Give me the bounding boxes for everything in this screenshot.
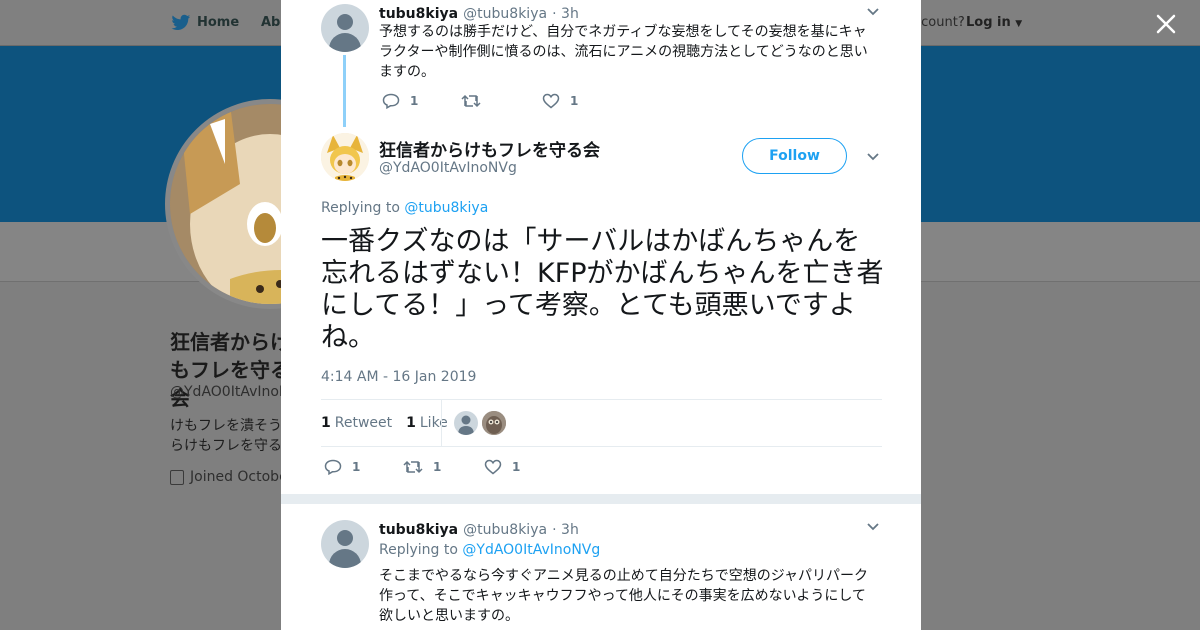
profile-bio: けもフレを潰そう らけもフレを守る (170, 418, 282, 454)
twitter-bird-icon[interactable] (171, 14, 191, 32)
caret-down-icon: ▼ (1015, 19, 1023, 29)
close-icon[interactable] (1155, 13, 1177, 35)
replying-to-link[interactable]: @tubu8kiya (404, 200, 488, 216)
retweet-icon (403, 460, 423, 474)
joined-text: Joined Octobe (190, 469, 288, 485)
parent-tweet-name[interactable]: tubu8kiya (379, 6, 458, 22)
parent-tweet-header: tubu8kiya @tubu8kiya · 3h (379, 3, 879, 22)
login-label: Log in (966, 15, 1011, 30)
replying-to-prefix: Replying to (379, 542, 458, 558)
default-avatar-icon (458, 415, 474, 435)
retweet-action[interactable] (461, 94, 542, 108)
reply-tweet-time[interactable]: · 3h (552, 522, 579, 538)
like-stat-count: 1 (406, 415, 416, 431)
profile-joined: Joined Octobe (170, 469, 288, 485)
chevron-down-icon[interactable] (866, 522, 880, 532)
reply-action[interactable]: 1 (382, 93, 461, 109)
main-tweet-replying-to: Replying to @tubu8kiya (321, 200, 488, 216)
replying-to-link[interactable]: @YdAO0ItAvInoNVg (462, 542, 600, 558)
reply-icon (382, 93, 400, 109)
retweet-icon (461, 94, 481, 108)
main-tweet-name[interactable]: 狂信者からけもフレを守る会 (379, 136, 600, 161)
retweet-stat-count: 1 (321, 415, 331, 431)
have-account-text: ccount? (914, 15, 965, 30)
follow-button[interactable]: Follow (742, 138, 847, 174)
chevron-down-icon[interactable] (866, 152, 880, 162)
parent-tweet-handle[interactable]: @tubu8kiya (463, 6, 547, 22)
reply-action[interactable]: 1 (324, 459, 403, 475)
heart-icon (484, 459, 502, 475)
like-count: 1 (512, 460, 521, 474)
thread-connector-line (343, 55, 346, 127)
main-tweet-avatar[interactable] (321, 133, 369, 181)
like-action[interactable]: 1 (484, 459, 520, 475)
retweet-action[interactable]: 1 (403, 460, 484, 474)
parent-tweet-actions: 1 1 (382, 93, 578, 109)
owl-avatar-icon (482, 411, 506, 435)
reply-count: 1 (352, 460, 361, 474)
main-tweet-handle[interactable]: @YdAO0ItAvInoNVg (379, 160, 517, 176)
section-separator (281, 494, 921, 504)
reply-icon (324, 459, 342, 475)
reply-count: 1 (410, 94, 419, 108)
reply-tweet-replying-to: Replying to @YdAO0ItAvInoNVg (379, 542, 600, 558)
heart-icon (542, 93, 560, 109)
nav-home-link[interactable]: Home (197, 15, 239, 30)
default-avatar[interactable] (321, 4, 369, 52)
stats-divider (441, 400, 442, 446)
main-tweet-text: 一番クズなのは「サーバルはかばんちゃんを忘れるはずない！KFPがかばんちゃんを亡… (321, 226, 884, 353)
reply-tweet-name[interactable]: tubu8kiya (379, 522, 458, 538)
reply-tweet-header: tubu8kiya @tubu8kiya · 3h (379, 519, 879, 538)
tweet-permalink-modal: tubu8kiya @tubu8kiya · 3h 予想するのは勝手だけど、自分… (281, 0, 921, 630)
retweeter-avatar[interactable] (454, 411, 478, 435)
replying-to-prefix: Replying to (321, 200, 400, 216)
like-count: 1 (570, 94, 579, 108)
main-tweet-timestamp[interactable]: 4:14 AM - 16 Jan 2019 (321, 369, 476, 385)
parent-tweet-time[interactable]: · 3h (552, 6, 579, 22)
default-avatar[interactable] (321, 520, 369, 568)
retweet-stat-label: Retweet (334, 415, 393, 431)
main-tweet-actions: 1 1 1 (324, 459, 520, 475)
serval-avatar-image (321, 133, 369, 181)
parent-tweet-text: 予想するのは勝手だけど、自分でネガティブな妄想をしてその妄想を基にキャラクターや… (379, 24, 868, 80)
login-link[interactable]: Log in ▼ (966, 15, 1022, 30)
calendar-icon (170, 469, 184, 485)
tweet-stats-bar: 1 Retweet 1 Like (321, 399, 882, 447)
retweet-count: 1 (433, 460, 442, 474)
like-action[interactable]: 1 (542, 93, 578, 109)
reply-tweet-handle[interactable]: @tubu8kiya (463, 522, 547, 538)
reply-tweet-text: そこまでやるなら今すぐアニメ見るの止めて自分たちで空想のジャパリパーク作って、そ… (379, 568, 869, 624)
like-stat-label: Like (419, 415, 448, 431)
retweet-stat[interactable]: 1 Retweet (321, 415, 392, 431)
liker-avatar[interactable] (482, 411, 506, 435)
chevron-down-icon[interactable] (866, 7, 880, 17)
